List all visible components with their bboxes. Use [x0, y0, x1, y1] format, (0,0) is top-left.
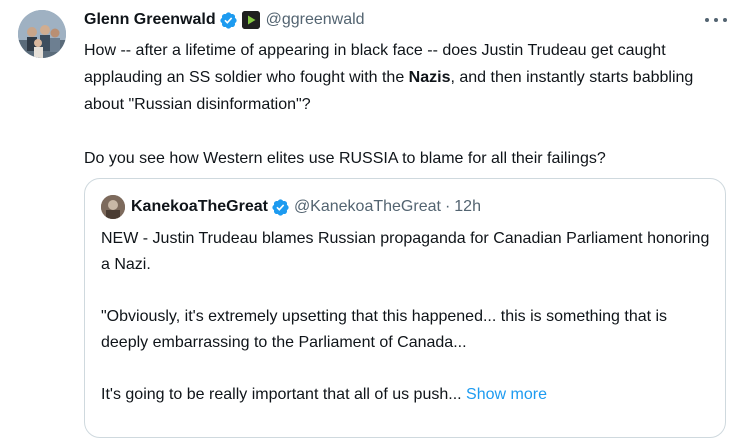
tweet-paragraph-2: Do you see how Western elites use RUSSIA… — [84, 150, 606, 167]
author-handle[interactable]: @ggreenwald — [266, 11, 365, 29]
author-name[interactable]: Glenn Greenwald — [84, 11, 216, 29]
more-dot — [705, 18, 709, 22]
quoted-tweet-text: NEW - Justin Trudeau blames Russian prop… — [101, 226, 711, 408]
quoted-tweet[interactable]: KanekoaTheGreat @KanekoaTheGreat · 12h N… — [84, 178, 726, 438]
rumble-affiliate-icon[interactable] — [241, 11, 260, 29]
quoted-paragraph-2: "Obviously, it's extremely upsetting tha… — [101, 308, 668, 351]
author-avatar[interactable] — [18, 10, 66, 58]
quoted-avatar-image — [101, 195, 125, 219]
verified-badge-icon[interactable] — [219, 11, 238, 30]
tweet-text: How -- after a lifetime of appearing in … — [84, 37, 734, 172]
tweet-header: Glenn Greenwald @ggreenwald — [84, 8, 365, 32]
tweet-bold-word: Nazis — [408, 69, 451, 86]
more-dot — [723, 18, 727, 22]
tweet-paragraph-1: How -- after a lifetime of appearing in … — [84, 37, 734, 118]
more-dot — [714, 18, 718, 22]
quoted-timestamp[interactable]: 12h — [454, 198, 481, 216]
quoted-author-handle[interactable]: @KanekoaTheGreat — [294, 198, 441, 216]
separator-dot: · — [444, 198, 451, 215]
verified-badge-icon[interactable] — [271, 198, 290, 217]
show-more-link[interactable]: Show more — [466, 386, 547, 403]
more-options-icon[interactable] — [705, 13, 727, 27]
affiliate-glyph — [241, 11, 260, 29]
quoted-author-avatar[interactable] — [101, 195, 125, 219]
quoted-paragraph-3: It's going to be really important that a… — [101, 382, 711, 408]
quoted-paragraph-1: NEW - Justin Trudeau blames Russian prop… — [101, 230, 710, 273]
quoted-author-name[interactable]: KanekoaTheGreat — [131, 198, 268, 216]
quoted-text-segment: It's going to be really important that a… — [101, 386, 462, 403]
author-avatar-photo — [18, 10, 66, 58]
quoted-tweet-header: KanekoaTheGreat @KanekoaTheGreat · 12h — [101, 195, 481, 219]
